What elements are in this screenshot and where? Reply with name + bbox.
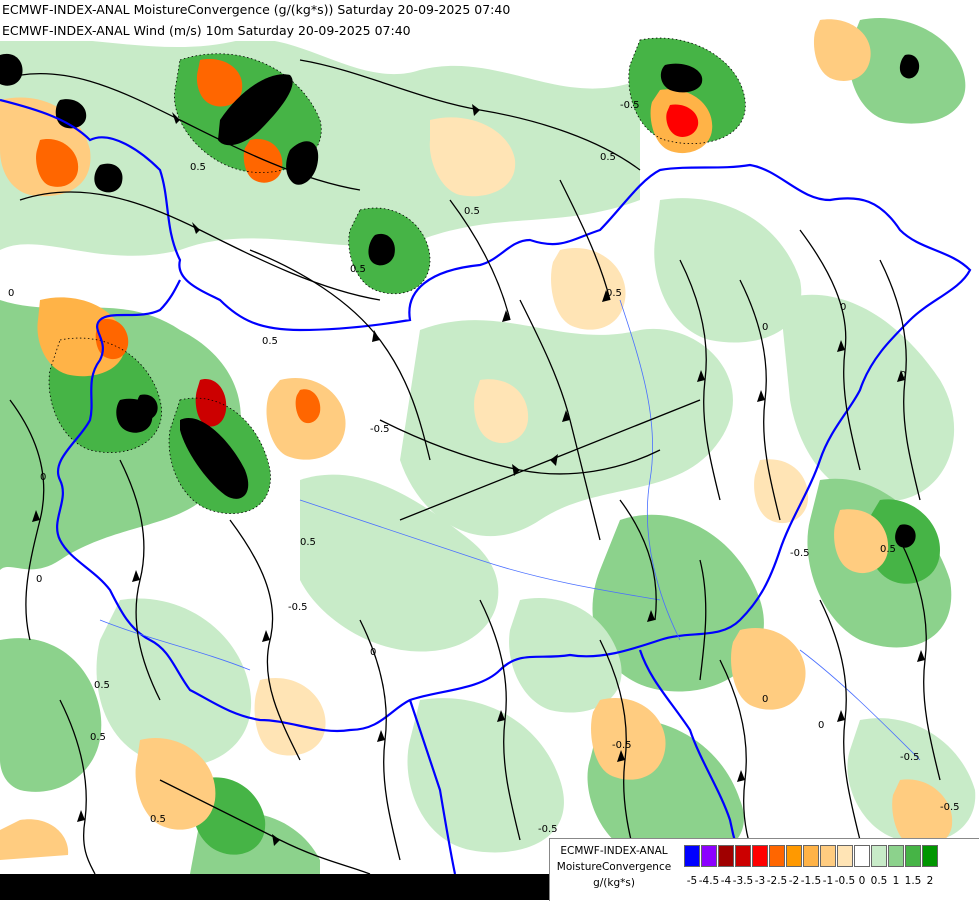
legend-swatch: [769, 845, 785, 867]
legend-model: ECMWF-INDEX-ANAL: [560, 845, 668, 857]
contour-label: -0.5: [790, 548, 810, 559]
contour-label: 0.5: [600, 152, 616, 163]
contour-label: 0.5: [350, 264, 366, 275]
legend-tick-label: 0: [858, 875, 866, 887]
legend-tick-label: -2.5: [766, 875, 788, 887]
legend-parameter: MoistureConvergence: [556, 861, 672, 873]
contour-label: 0: [762, 322, 768, 333]
legend-tick-label: -2: [788, 875, 800, 887]
legend-swatch: [837, 845, 853, 867]
legend-swatch: [718, 845, 734, 867]
legend-swatch: [803, 845, 819, 867]
legend-tick-label: 2: [926, 875, 934, 887]
legend-ticks: -5 -4.5 -4 -3.5 -3 -2.5 -2 -1.5 -1 -0.5 0 0.5 1 1.5 2: [684, 875, 979, 889]
contour-label: -0.5: [620, 100, 640, 111]
legend-swatch: [888, 845, 904, 867]
contour-label: 0.5: [464, 206, 480, 217]
legend-swatch: [786, 845, 802, 867]
legend-swatch: [735, 845, 751, 867]
map-title-moisture-convergence: ECMWF-INDEX-ANAL MoistureConvergence (g/…: [0, 0, 546, 20]
contour-label: 0.5: [190, 162, 206, 173]
contour-label: 0.5: [150, 814, 166, 825]
legend-tick-label: -0.5: [834, 875, 856, 887]
contour-label: 0.5: [94, 680, 110, 691]
contour-label: 0: [8, 288, 14, 299]
legend-tick-label: -5: [686, 875, 698, 887]
contour-label: 0.5: [606, 288, 622, 299]
contour-label: 0: [900, 370, 906, 381]
legend-tick-label: 0.5: [870, 875, 888, 887]
legend-swatch: [854, 845, 870, 867]
contour-label: 0: [818, 720, 824, 731]
legend-tick-label: -3: [754, 875, 766, 887]
contour-label: 0: [762, 694, 768, 705]
contour-label: 0.5: [880, 544, 896, 555]
contour-label: 0: [36, 574, 42, 585]
legend-unit: g/(kg*s): [593, 877, 635, 889]
contour-label: 0.5: [90, 732, 106, 743]
legend-swatch: [752, 845, 768, 867]
contour-label: 0: [840, 302, 846, 313]
contour-label: -0.5: [900, 752, 920, 763]
contour-label: -0.5: [538, 824, 558, 835]
map-title-wind: ECMWF-INDEX-ANAL Wind (m/s) 10m Saturday…: [0, 21, 442, 41]
legend-caption: ECMWF-INDEX-ANAL MoistureConvergence g/(…: [550, 843, 678, 891]
legend-swatch: [820, 845, 836, 867]
contour-label: 0: [40, 472, 46, 483]
contour-label: 0.5: [262, 336, 278, 347]
legend-tick-label: -4.5: [698, 875, 720, 887]
weather-map: -0.5 0.5 0.5 0.5 0.5 -0.5 0.5 -0.5 0 0.5…: [0, 0, 979, 900]
contour-label: 0: [370, 647, 376, 658]
legend-swatch: [684, 845, 700, 867]
bottom-black-strip: [0, 874, 549, 900]
contour-label: -0.5: [370, 424, 390, 435]
contour-label: 0.5: [300, 537, 316, 548]
color-legend: ECMWF-INDEX-ANAL MoistureConvergence g/(…: [549, 838, 979, 901]
contour-label: -0.5: [288, 602, 308, 613]
legend-swatch: [871, 845, 887, 867]
contour-label: -0.5: [940, 802, 960, 813]
legend-swatch: [701, 845, 717, 867]
legend-tick-label: 1: [892, 875, 900, 887]
legend-tick-label: -1.5: [800, 875, 822, 887]
legend-tick-label: -3.5: [732, 875, 754, 887]
legend-tick-label: -4: [720, 875, 732, 887]
legend-tick-label: -1: [822, 875, 834, 887]
legend-swatches: [684, 845, 939, 867]
legend-swatch: [922, 845, 938, 867]
contour-label: -0.5: [612, 740, 632, 751]
legend-tick-label: 1.5: [904, 875, 922, 887]
legend-swatch: [905, 845, 921, 867]
